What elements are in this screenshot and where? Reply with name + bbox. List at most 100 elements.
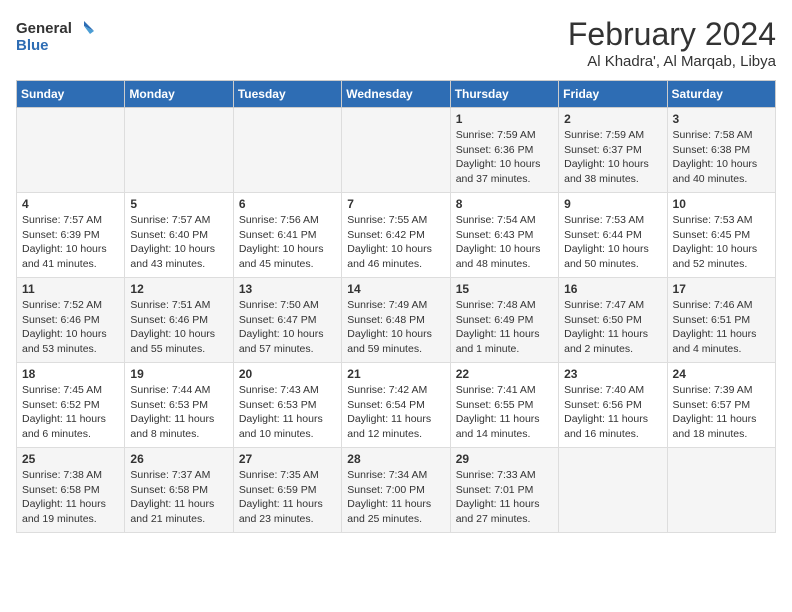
calendar-cell: 16 Sunrise: 7:47 AMSunset: 6:50 PMDayligh… [559, 278, 667, 363]
day-number: 20 [239, 367, 336, 381]
day-number: 6 [239, 197, 336, 211]
calendar-cell: 18 Sunrise: 7:45 AMSunset: 6:52 PMDayligh… [17, 363, 125, 448]
day-info: Sunrise: 7:57 AMSunset: 6:39 PMDaylight:… [22, 214, 107, 270]
day-info: Sunrise: 7:59 AMSunset: 6:37 PMDaylight:… [564, 129, 649, 185]
col-header-tuesday: Tuesday [233, 81, 341, 108]
calendar-cell: 13Sunrise: 7:50 AMSunset: 6:47 PMDayligh… [233, 278, 341, 363]
calendar-cell: 20 Sunrise: 7:43 AMSunset: 6:53 PMDayligh… [233, 363, 341, 448]
calendar-cell: 1 Sunrise: 7:59 AMSunset: 6:36 PMDaylight… [450, 108, 558, 193]
calendar-cell: 21 Sunrise: 7:42 AMSunset: 6:54 PMDayligh… [342, 363, 450, 448]
calendar-cell: 11 Sunrise: 7:52 AMSunset: 6:46 PMDayligh… [17, 278, 125, 363]
day-info: Sunrise: 7:42 AMSunset: 6:54 PMDaylight:… [347, 384, 431, 440]
col-header-monday: Monday [125, 81, 233, 108]
day-info: Sunrise: 7:58 AMSunset: 6:38 PMDaylight:… [673, 129, 758, 185]
logo: General Blue [16, 16, 96, 56]
calendar-cell: 10 Sunrise: 7:53 AMSunset: 6:45 PMDayligh… [667, 193, 775, 278]
day-info: Sunrise: 7:55 AMSunset: 6:42 PMDaylight:… [347, 214, 432, 270]
day-info: Sunrise: 7:33 AMSunset: 7:01 PMDaylight:… [456, 469, 540, 525]
day-info: Sunrise: 7:45 AMSunset: 6:52 PMDaylight:… [22, 384, 106, 440]
day-info: Sunrise: 7:59 AMSunset: 6:36 PMDaylight:… [456, 129, 541, 185]
calendar-cell: 4 Sunrise: 7:57 AMSunset: 6:39 PMDaylight… [17, 193, 125, 278]
day-number: 24 [673, 367, 770, 381]
day-number: 1 [456, 112, 553, 126]
day-info: Sunrise: 7:37 AMSunset: 6:58 PMDaylight:… [130, 469, 214, 525]
day-info: Sunrise: 7:50 AMSunset: 6:47 PMDaylight:… [239, 299, 324, 355]
month-year: February 2024 [568, 16, 776, 53]
day-info: Sunrise: 7:49 AMSunset: 6:48 PMDaylight:… [347, 299, 432, 355]
title-block: February 2024 Al Khadra', Al Marqab, Lib… [568, 16, 776, 70]
calendar-cell: 26 Sunrise: 7:37 AMSunset: 6:58 PMDayligh… [125, 448, 233, 533]
day-info: Sunrise: 7:43 AMSunset: 6:53 PMDaylight:… [239, 384, 323, 440]
calendar-cell: 22 Sunrise: 7:41 AMSunset: 6:55 PMDayligh… [450, 363, 558, 448]
day-info: Sunrise: 7:51 AMSunset: 6:46 PMDaylight:… [130, 299, 215, 355]
location: Al Khadra', Al Marqab, Libya [568, 53, 776, 70]
day-number: 17 [673, 282, 770, 296]
calendar-cell: 6 Sunrise: 7:56 AMSunset: 6:41 PMDaylight… [233, 193, 341, 278]
day-number: 28 [347, 452, 444, 466]
day-info: Sunrise: 7:40 AMSunset: 6:56 PMDaylight:… [564, 384, 648, 440]
calendar-cell: 24 Sunrise: 7:39 AMSunset: 6:57 PMDayligh… [667, 363, 775, 448]
day-number: 3 [673, 112, 770, 126]
day-number: 11 [22, 282, 119, 296]
calendar-cell [125, 108, 233, 193]
calendar-cell: 15Sunrise: 7:48 AMSunset: 6:49 PMDayligh… [450, 278, 558, 363]
calendar-cell: 28 Sunrise: 7:34 AMSunset: 7:00 PMDayligh… [342, 448, 450, 533]
day-number: 18 [22, 367, 119, 381]
calendar-cell: 29Sunrise: 7:33 AMSunset: 7:01 PMDayligh… [450, 448, 558, 533]
svg-text:Blue: Blue [16, 37, 49, 54]
col-header-thursday: Thursday [450, 81, 558, 108]
col-header-saturday: Saturday [667, 81, 775, 108]
day-number: 25 [22, 452, 119, 466]
calendar-cell: 3 Sunrise: 7:58 AMSunset: 6:38 PMDaylight… [667, 108, 775, 193]
calendar-cell: 17 Sunrise: 7:46 AMSunset: 6:51 PMDayligh… [667, 278, 775, 363]
calendar-cell: 8Sunrise: 7:54 AMSunset: 6:43 PMDaylight… [450, 193, 558, 278]
day-info: Sunrise: 7:35 AMSunset: 6:59 PMDaylight:… [239, 469, 323, 525]
page-header: General Blue February 2024 Al Khadra', A… [16, 16, 776, 70]
day-number: 14 [347, 282, 444, 296]
day-info: Sunrise: 7:47 AMSunset: 6:50 PMDaylight:… [564, 299, 648, 355]
day-number: 12 [130, 282, 227, 296]
day-number: 19 [130, 367, 227, 381]
day-info: Sunrise: 7:41 AMSunset: 6:55 PMDaylight:… [456, 384, 540, 440]
day-number: 26 [130, 452, 227, 466]
day-info: Sunrise: 7:53 AMSunset: 6:44 PMDaylight:… [564, 214, 649, 270]
calendar-cell: 2 Sunrise: 7:59 AMSunset: 6:37 PMDaylight… [559, 108, 667, 193]
day-number: 21 [347, 367, 444, 381]
calendar-cell: 14 Sunrise: 7:49 AMSunset: 6:48 PMDayligh… [342, 278, 450, 363]
logo-svg: General Blue [16, 16, 96, 56]
day-number: 2 [564, 112, 661, 126]
calendar-cell [559, 448, 667, 533]
col-header-friday: Friday [559, 81, 667, 108]
calendar-cell: 25 Sunrise: 7:38 AMSunset: 6:58 PMDayligh… [17, 448, 125, 533]
calendar-cell [233, 108, 341, 193]
day-info: Sunrise: 7:52 AMSunset: 6:46 PMDaylight:… [22, 299, 107, 355]
day-info: Sunrise: 7:46 AMSunset: 6:51 PMDaylight:… [673, 299, 757, 355]
calendar-cell: 27Sunrise: 7:35 AMSunset: 6:59 PMDayligh… [233, 448, 341, 533]
day-number: 4 [22, 197, 119, 211]
col-header-wednesday: Wednesday [342, 81, 450, 108]
col-header-sunday: Sunday [17, 81, 125, 108]
calendar-cell: 12 Sunrise: 7:51 AMSunset: 6:46 PMDayligh… [125, 278, 233, 363]
day-info: Sunrise: 7:38 AMSunset: 6:58 PMDaylight:… [22, 469, 106, 525]
calendar-cell: 23Sunrise: 7:40 AMSunset: 6:56 PMDayligh… [559, 363, 667, 448]
calendar-cell: 7Sunrise: 7:55 AMSunset: 6:42 PMDaylight… [342, 193, 450, 278]
day-info: Sunrise: 7:48 AMSunset: 6:49 PMDaylight:… [456, 299, 540, 355]
day-info: Sunrise: 7:44 AMSunset: 6:53 PMDaylight:… [130, 384, 214, 440]
day-info: Sunrise: 7:39 AMSunset: 6:57 PMDaylight:… [673, 384, 757, 440]
day-number: 10 [673, 197, 770, 211]
day-info: Sunrise: 7:53 AMSunset: 6:45 PMDaylight:… [673, 214, 758, 270]
day-info: Sunrise: 7:56 AMSunset: 6:41 PMDaylight:… [239, 214, 324, 270]
calendar-cell: 5 Sunrise: 7:57 AMSunset: 6:40 PMDaylight… [125, 193, 233, 278]
day-number: 16 [564, 282, 661, 296]
calendar-cell [667, 448, 775, 533]
day-number: 9 [564, 197, 661, 211]
svg-text:General: General [16, 20, 72, 37]
calendar-cell [17, 108, 125, 193]
calendar-cell: 9 Sunrise: 7:53 AMSunset: 6:44 PMDaylight… [559, 193, 667, 278]
day-number: 5 [130, 197, 227, 211]
day-info: Sunrise: 7:57 AMSunset: 6:40 PMDaylight:… [130, 214, 215, 270]
calendar-cell: 19 Sunrise: 7:44 AMSunset: 6:53 PMDayligh… [125, 363, 233, 448]
day-info: Sunrise: 7:34 AMSunset: 7:00 PMDaylight:… [347, 469, 431, 525]
day-number: 22 [456, 367, 553, 381]
day-number: 8 [456, 197, 553, 211]
